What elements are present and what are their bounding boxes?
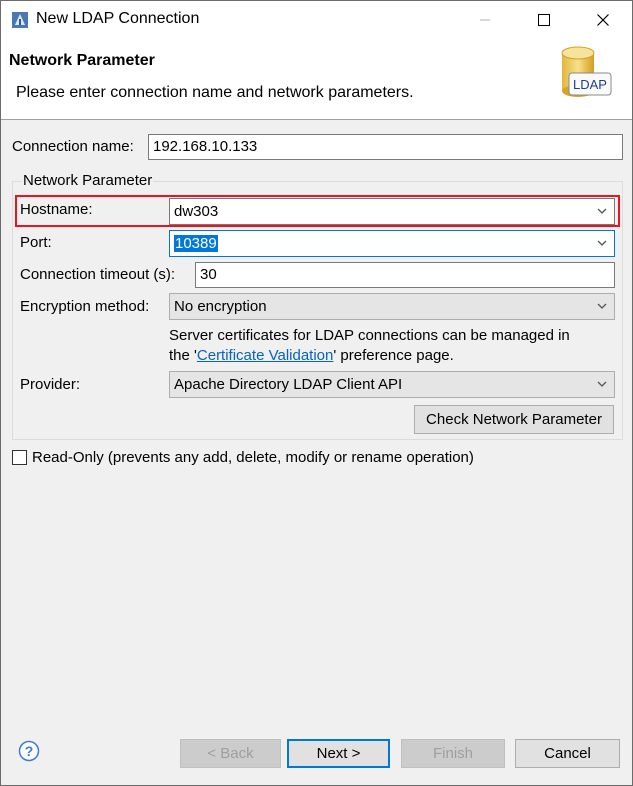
hostname-label: Hostname: [20, 201, 93, 218]
minimize-button[interactable] [456, 1, 514, 39]
certificate-note-prefix: the ' [169, 347, 197, 364]
certificate-note-suffix: ' preference page. [333, 347, 454, 364]
chevron-down-icon [597, 240, 607, 246]
timeout-label: Connection timeout (s): [20, 266, 176, 283]
minimize-icon [480, 19, 490, 21]
check-network-parameter-button[interactable]: Check Network Parameter [414, 405, 614, 434]
read-only-label: Read-Only (prevents any add, delete, mod… [32, 449, 474, 466]
network-parameter-group-title: Network Parameter [22, 172, 154, 189]
maximize-icon [538, 14, 550, 26]
close-button[interactable] [574, 1, 632, 39]
back-button[interactable]: < Back [180, 739, 281, 768]
provider-value: Apache Directory LDAP Client API [174, 376, 403, 393]
close-icon [597, 14, 609, 26]
encryption-value: No encryption [174, 298, 267, 315]
timeout-input[interactable]: 30 [195, 262, 615, 288]
certificate-note-line2: the 'Certificate Validation' preference … [169, 347, 454, 364]
connection-name-label: Connection name: [12, 138, 134, 155]
encryption-method-select[interactable]: No encryption [169, 293, 615, 320]
app-icon [12, 12, 28, 28]
wizard-header: Network Parameter Please enter connectio… [1, 39, 632, 120]
chevron-down-icon [597, 303, 607, 309]
provider-select[interactable]: Apache Directory LDAP Client API [169, 371, 615, 398]
port-combo[interactable]: 10389 [169, 230, 615, 257]
maximize-button[interactable] [515, 1, 573, 39]
chevron-down-icon [597, 381, 607, 387]
new-ldap-connection-dialog: New LDAP Connection Network Parameter Pl… [0, 0, 633, 786]
port-label: Port: [20, 234, 52, 251]
encryption-label: Encryption method: [20, 298, 150, 315]
provider-label: Provider: [20, 376, 81, 393]
page-description: Please enter connection name and network… [16, 84, 414, 101]
svg-text:?: ? [25, 743, 34, 759]
ldap-logo-text: LDAP [573, 77, 607, 92]
window-title: New LDAP Connection [36, 10, 200, 27]
read-only-checkbox[interactable] [12, 450, 27, 465]
ldap-database-icon: LDAP [561, 46, 612, 97]
finish-button[interactable]: Finish [401, 739, 505, 768]
title-bar: New LDAP Connection [1, 1, 632, 39]
certificate-note-line1: Server certificates for LDAP connections… [169, 327, 570, 344]
hostname-value: dw303 [174, 203, 219, 220]
cancel-button[interactable]: Cancel [515, 739, 620, 768]
next-button[interactable]: Next > [287, 739, 390, 768]
certificate-validation-link[interactable]: Certificate Validation [197, 347, 333, 364]
port-value: 10389 [174, 235, 218, 252]
hostname-combo[interactable]: dw303 [169, 198, 615, 225]
connection-name-input[interactable]: 192.168.10.133 [148, 134, 623, 160]
page-title: Network Parameter [9, 52, 155, 69]
chevron-down-icon [597, 208, 607, 214]
help-icon[interactable]: ? [18, 740, 40, 762]
